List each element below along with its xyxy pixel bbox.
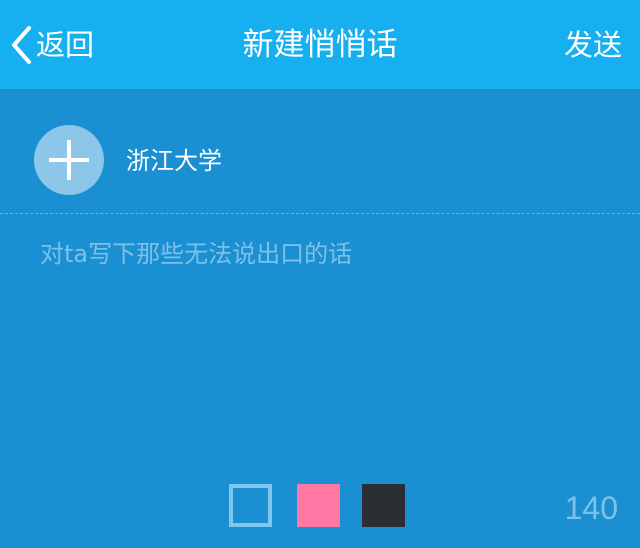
color-option-pink[interactable] [297, 484, 340, 527]
character-counter: 140 [564, 490, 618, 526]
page-title: 新建悄悄话 [242, 27, 398, 63]
send-button[interactable]: 发送 [564, 22, 622, 68]
navigation-bar: 返回 新建悄悄话 发送 [0, 0, 640, 89]
color-option-dark[interactable] [362, 484, 405, 527]
plus-icon [34, 125, 104, 195]
recipient-row: 浙江大学 [0, 89, 640, 214]
color-option-blue[interactable] [229, 484, 272, 527]
recipient-name: 浙江大学 [126, 147, 222, 175]
message-input[interactable] [40, 232, 600, 452]
divider [0, 213, 640, 214]
add-recipient-button[interactable] [34, 125, 104, 195]
